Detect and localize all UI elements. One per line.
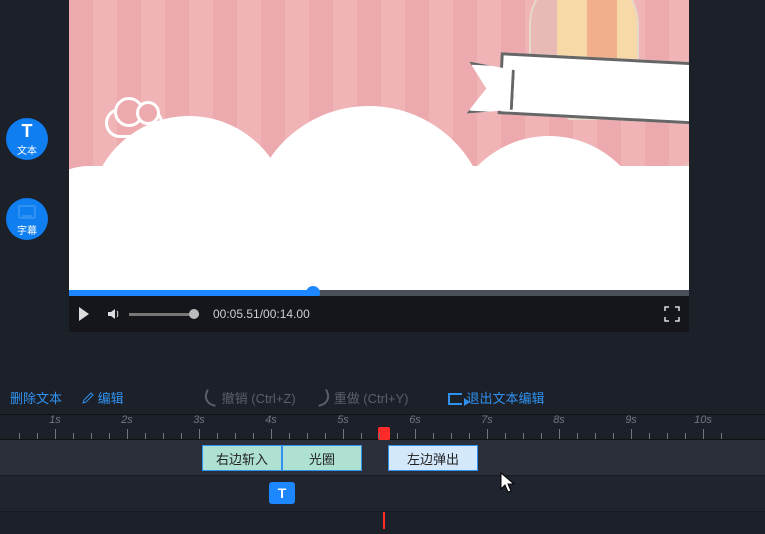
ruler-tick (109, 433, 110, 439)
effects-track[interactable]: 右边斩入光圈左边弹出 (0, 440, 765, 476)
player-bar: 00:05.51/00:14.00 (69, 296, 689, 332)
text-icon: T (22, 122, 33, 140)
cursor-icon (500, 472, 516, 499)
ruler-tick (523, 433, 524, 439)
ruler-tick (541, 433, 542, 439)
ruler-tick (505, 433, 506, 439)
ruler-tick (181, 433, 182, 439)
ruler-tick (289, 433, 290, 439)
subtitle-icon (18, 202, 36, 220)
undo-button: 撤销 (Ctrl+Z) (204, 388, 296, 407)
ruler-tick (649, 433, 650, 439)
ruler-label: 2s (121, 414, 133, 426)
ruler-tick (433, 433, 434, 439)
redo-label: 重做 (Ctrl+Y) (334, 391, 409, 406)
fullscreen-button[interactable] (655, 296, 689, 332)
play-button[interactable] (69, 296, 99, 332)
ruler-tick (667, 433, 668, 439)
ruler-tick (379, 433, 380, 439)
ruler-label: 4s (265, 414, 277, 426)
text-marker[interactable]: T (269, 482, 295, 504)
ruler-tick (217, 433, 218, 439)
time-display: 00:05.51/00:14.00 (213, 307, 310, 321)
exit-text-edit-button[interactable]: 退出文本编辑 (448, 388, 544, 407)
ruler-label: 7s (481, 414, 493, 426)
ruler-tick (199, 429, 200, 439)
volume-handle[interactable] (189, 309, 199, 319)
ruler-tick (415, 429, 416, 439)
undo-label: 撤销 (Ctrl+Z) (222, 391, 296, 406)
text-tool-button[interactable]: T 文本 (6, 118, 48, 160)
text-tool-label: 文本 (17, 142, 37, 157)
preview-canvas[interactable]: 快乐时光 (69, 0, 689, 296)
ruler-tick (253, 433, 254, 439)
ruler-label: 6s (409, 414, 421, 426)
subtitle-tool-label: 字幕 (17, 222, 37, 237)
timeline-clip[interactable]: 右边斩入 (202, 445, 282, 471)
ruler-tick (487, 429, 488, 439)
volume-button[interactable] (99, 296, 129, 332)
ruler-tick (631, 429, 632, 439)
fullscreen-icon (664, 306, 680, 322)
ruler-tick (613, 433, 614, 439)
ruler-tick (559, 429, 560, 439)
ruler-label: 1s (49, 414, 61, 426)
ruler-label: 9s (625, 414, 637, 426)
ruler-tick (703, 429, 704, 439)
edit-icon (82, 392, 94, 404)
ruler-tick (325, 433, 326, 439)
timeline: 1s 2s 3s 4s 5s 6s 7s 8s 9s 10s 右边斩入光圈左边弹出 T (0, 414, 765, 512)
ruler-tick (55, 429, 56, 439)
ruler-tick (19, 433, 20, 439)
ruler-tick (91, 433, 92, 439)
redo-button: 重做 (Ctrl+Y) (316, 388, 409, 407)
time-ruler[interactable]: 1s 2s 3s 4s 5s 6s 7s 8s 9s 10s (0, 414, 765, 440)
ruler-tick (361, 433, 362, 439)
ruler-tick (37, 433, 38, 439)
play-icon (79, 307, 89, 321)
ruler-tick (271, 429, 272, 439)
ruler-label: 5s (337, 414, 349, 426)
ruler-tick (721, 433, 722, 439)
ruler-tick (469, 433, 470, 439)
ruler-tick (307, 433, 308, 439)
ruler-tick (577, 433, 578, 439)
volume-slider[interactable] (129, 313, 199, 316)
edit-button[interactable]: 编辑 (82, 388, 124, 407)
edit-label: 编辑 (98, 391, 124, 406)
ruler-tick (343, 429, 344, 439)
ruler-label: 3s (193, 414, 205, 426)
redo-icon (314, 389, 332, 407)
exit-label: 退出文本编辑 (466, 391, 544, 406)
ruler-label: 8s (553, 414, 565, 426)
ruler-tick (127, 429, 128, 439)
text-toolbar: 删除文本 编辑 撤销 (Ctrl+Z) 重做 (Ctrl+Y) 退出文本编辑 (0, 382, 765, 412)
ruler-tick (163, 433, 164, 439)
exit-icon (448, 393, 462, 405)
ruler-tick (595, 433, 596, 439)
delete-text-button[interactable]: 删除文本 (10, 388, 62, 407)
ruler-tick (145, 433, 146, 439)
preview-title-text: 快乐时光 (541, 176, 689, 274)
ruler-tick (685, 433, 686, 439)
ruler-tick (397, 433, 398, 439)
ruler-tick (451, 433, 452, 439)
timeline-clip[interactable]: 左边弹出 (388, 445, 478, 471)
ruler-tick (235, 433, 236, 439)
subtitle-tool-button[interactable]: 字幕 (6, 198, 48, 240)
ruler-label: 10s (694, 414, 712, 426)
undo-icon (202, 389, 220, 407)
timeline-clip[interactable]: 光圈 (282, 445, 362, 471)
volume-icon (106, 306, 122, 322)
text-track[interactable]: T (0, 476, 765, 512)
ruler-tick (73, 433, 74, 439)
